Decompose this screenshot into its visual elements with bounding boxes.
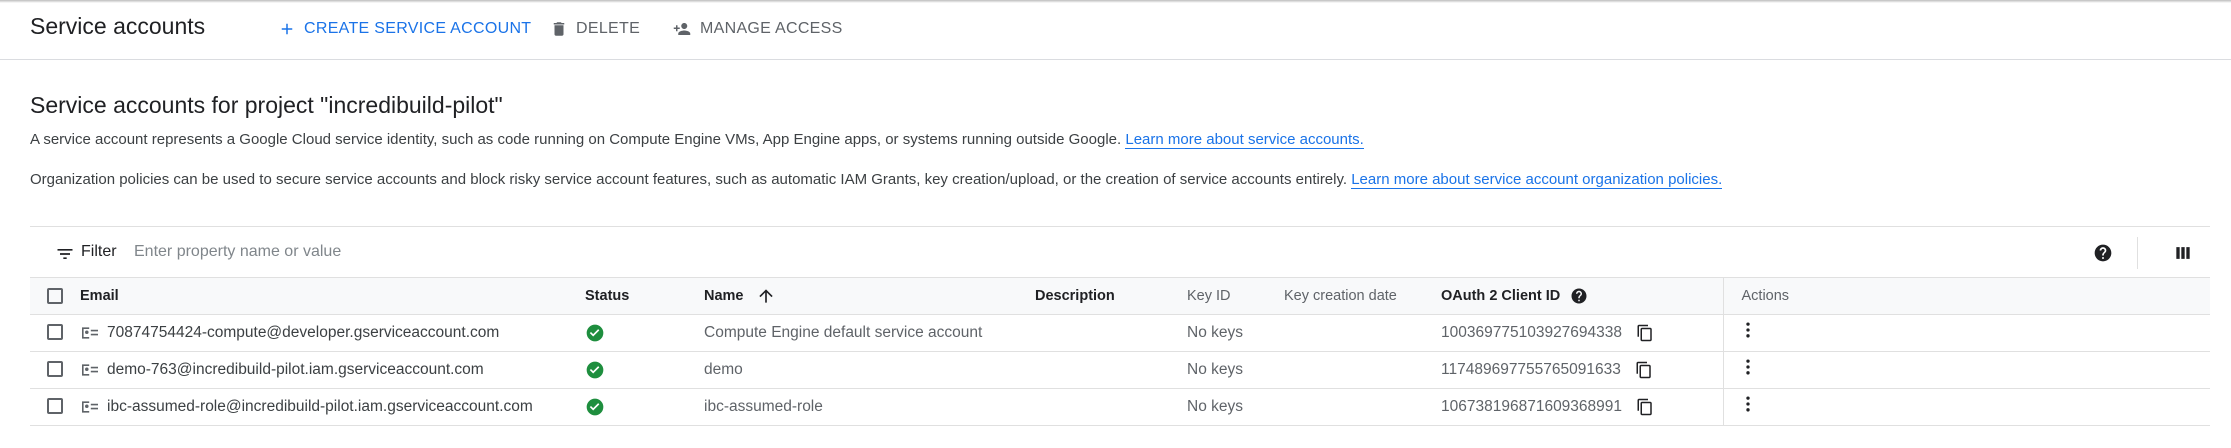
service-account-icon: [82, 326, 98, 339]
header-status[interactable]: Status: [585, 278, 704, 315]
email-cell: 70874754424-compute@developer.gserviceac…: [80, 314, 585, 351]
row-description: [1035, 388, 1187, 425]
filter-input[interactable]: [134, 239, 834, 265]
page-title: Service accounts: [30, 13, 206, 39]
select-all-checkbox[interactable]: [47, 287, 63, 304]
row-client-id: 117489697755765091633: [1441, 360, 1621, 378]
learn-more-service-accounts-link[interactable]: Learn more about service accounts.: [1125, 131, 1364, 149]
org-policies-description: Organization policies can be used to sec…: [30, 171, 1723, 189]
table-header-row: Email Status Name Description Key ID Key…: [30, 278, 2210, 315]
status-cell: [585, 351, 704, 388]
row-name: demo: [704, 360, 743, 378]
status-cell: [585, 314, 704, 351]
service-accounts-description: A service account represents a Google Cl…: [30, 131, 1364, 149]
row-select-cell: [30, 351, 80, 388]
row-checkbox[interactable]: [47, 324, 63, 341]
create-service-account-label: CREATE SERVICE ACCOUNT: [304, 20, 532, 37]
row-checkbox[interactable]: [47, 398, 63, 415]
row-client-id: 106738196871609368991: [1441, 397, 1623, 415]
filter-icon[interactable]: [55, 244, 75, 264]
row-select-cell: [30, 388, 80, 425]
description-text: A service account represents a Google Cl…: [30, 131, 1122, 148]
table-row[interactable]: ibc-assumed-role@incredibuild-pilot.iam.…: [30, 388, 2210, 425]
email-cell: demo-763@incredibuild-pilot.iam.gservice…: [80, 351, 585, 388]
row-key-creation-date: [1284, 314, 1441, 351]
more-vert-icon[interactable]: [1738, 319, 1758, 341]
column-display-icon[interactable]: [2173, 243, 2193, 263]
delete-label: DELETE: [576, 20, 641, 37]
filter-label: Filter: [81, 243, 117, 260]
help-icon[interactable]: [2093, 243, 2113, 263]
header-oauth-cell[interactable]: OAuth 2 Client ID: [1441, 278, 1723, 315]
service-account-icon: [82, 363, 98, 376]
service-account-icon: [82, 400, 98, 413]
row-email[interactable]: demo-763@incredibuild-pilot.iam.gservice…: [107, 361, 484, 379]
actions-cell: [1722, 388, 2210, 425]
row-description: [1035, 351, 1187, 388]
plus-icon: [281, 23, 293, 35]
person-add-icon: [673, 23, 691, 35]
filter-bar: Filter: [30, 226, 2210, 278]
table-row[interactable]: demo-763@incredibuild-pilot.iam.gservice…: [30, 351, 2210, 388]
email-cell: ibc-assumed-role@incredibuild-pilot.iam.…: [80, 388, 585, 425]
row-key-creation-date: [1284, 388, 1441, 425]
select-all-cell: [30, 278, 80, 315]
actions-cell: [1722, 314, 2210, 351]
row-checkbox[interactable]: [47, 361, 63, 378]
delete-button[interactable]: DELETE: [550, 16, 640, 42]
create-service-account-button[interactable]: CREATE SERVICE ACCOUNT: [278, 16, 531, 42]
section-title: Service accounts for project "incredibui…: [30, 92, 503, 118]
toolbar-divider: [2137, 237, 2138, 269]
client-id-cell: 117489697755765091633: [1441, 351, 1723, 388]
page-header: Service accounts CREATE SERVICE ACCOUNT …: [0, 0, 2231, 60]
header-key-id: Key ID: [1187, 278, 1284, 315]
service-accounts-table: Email Status Name Description Key ID Key…: [30, 278, 2210, 426]
row-email[interactable]: ibc-assumed-role@incredibuild-pilot.iam.…: [107, 398, 533, 416]
status-cell: [585, 388, 704, 425]
check-circle-icon: [586, 324, 604, 341]
trash-icon: [553, 22, 565, 36]
table-row[interactable]: 70874754424-compute@developer.gserviceac…: [30, 314, 2210, 351]
row-client-id: 100369775103927694338: [1441, 323, 1623, 341]
check-circle-icon: [586, 361, 604, 378]
row-key-creation-date: [1284, 351, 1441, 388]
header-actions: Actions: [1722, 278, 2210, 315]
row-key-id: No keys: [1187, 360, 1243, 378]
row-name: ibc-assumed-role: [704, 397, 823, 415]
arrow-up-icon: [758, 289, 773, 303]
org-policies-text: Organization policies can be used to sec…: [30, 171, 1348, 188]
copy-icon[interactable]: [1636, 324, 1654, 342]
more-vert-icon[interactable]: [1738, 356, 1758, 378]
header-name: Name: [704, 287, 744, 304]
header-email[interactable]: Email: [80, 278, 585, 315]
learn-more-org-policies-link[interactable]: Learn more about service account organiz…: [1351, 171, 1723, 189]
row-key-id: No keys: [1187, 323, 1243, 341]
client-id-cell: 100369775103927694338: [1441, 314, 1723, 351]
header-name-cell[interactable]: Name: [704, 278, 1035, 315]
header-description[interactable]: Description: [1035, 278, 1187, 315]
check-circle-icon: [586, 398, 604, 415]
client-id-cell: 106738196871609368991: [1441, 388, 1723, 425]
manage-access-button[interactable]: MANAGE ACCESS: [672, 16, 843, 42]
row-description: [1035, 314, 1187, 351]
row-email[interactable]: 70874754424-compute@developer.gserviceac…: [107, 324, 499, 342]
help-icon[interactable]: [1570, 287, 1588, 305]
header-key-creation-date: Key creation date: [1284, 278, 1441, 315]
row-name: Compute Engine default service account: [704, 323, 983, 341]
manage-access-label: MANAGE ACCESS: [700, 20, 843, 37]
actions-cell: [1722, 351, 2210, 388]
copy-icon[interactable]: [1636, 398, 1654, 416]
copy-icon[interactable]: [1635, 361, 1653, 379]
row-select-cell: [30, 314, 80, 351]
more-vert-icon[interactable]: [1738, 393, 1758, 415]
row-key-id: No keys: [1187, 397, 1243, 415]
header-oauth-client-id: OAuth 2 Client ID: [1441, 287, 1561, 304]
